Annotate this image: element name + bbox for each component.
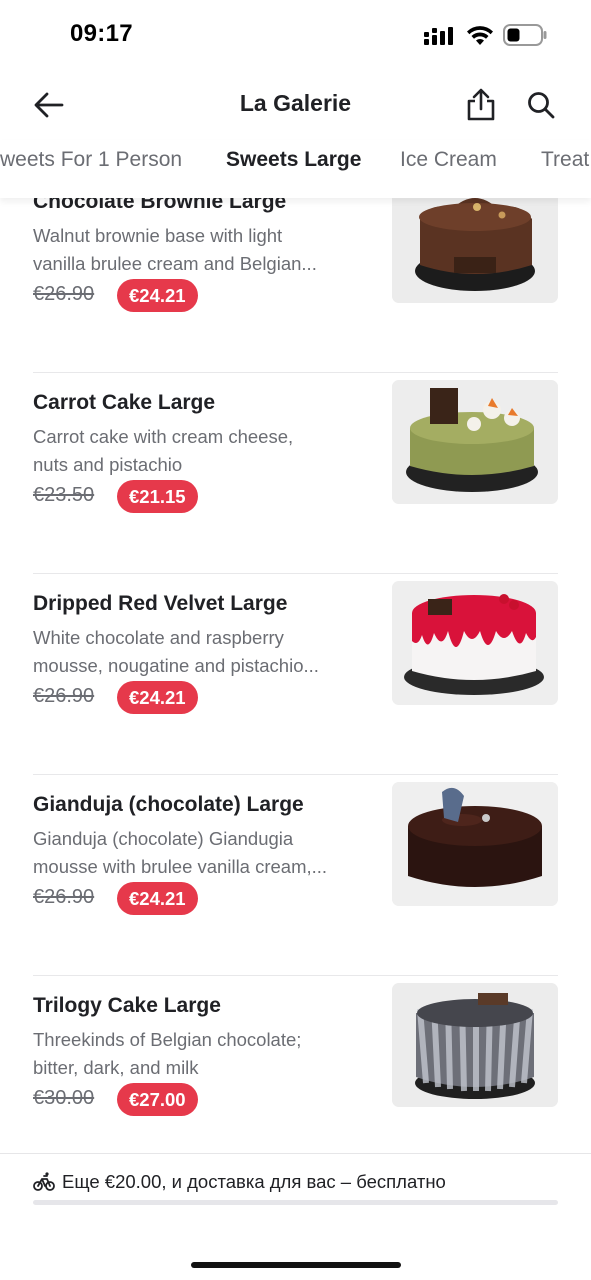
product-old-price: €26.90 bbox=[33, 283, 95, 305]
product-old-price: €23.50 bbox=[33, 484, 95, 506]
product-description: Threekinds of Belgian chocolate; bitter,… bbox=[33, 1026, 358, 1082]
tab-sweets-large[interactable]: Sweets Large bbox=[226, 148, 361, 172]
share-button[interactable] bbox=[461, 84, 501, 124]
product-description: Walnut brownie base with light vanilla b… bbox=[33, 222, 358, 278]
page-title: La Galerie bbox=[239, 90, 352, 116]
share-icon bbox=[467, 88, 495, 121]
product-image[interactable] bbox=[392, 581, 558, 705]
tab-treat[interactable]: Treat bbox=[541, 148, 589, 172]
product-discount-price: €27.00 bbox=[117, 1083, 198, 1116]
battery-icon bbox=[503, 24, 547, 46]
product-card[interactable]: Gianduja (chocolate) Large Gianduja (cho… bbox=[0, 775, 591, 976]
product-name: Gianduja (chocolate) Large bbox=[33, 793, 304, 816]
product-description: Gianduja (chocolate) Giandugia mousse wi… bbox=[33, 825, 358, 881]
tab-sweets-for-1-person[interactable]: Sweets For 1 Person bbox=[0, 148, 182, 172]
product-image[interactable] bbox=[392, 380, 558, 504]
search-button[interactable] bbox=[522, 86, 560, 124]
product-name: Carrot Cake Large bbox=[33, 391, 216, 414]
free-delivery-progress bbox=[33, 1200, 558, 1205]
product-description-line: Gianduja (chocolate) Giandugia bbox=[33, 828, 294, 849]
product-name: Trilogy Cake Large bbox=[33, 994, 221, 1017]
product-description-line: vanilla brulee cream and Belgian... bbox=[33, 253, 317, 274]
product-discount-price: €21.15 bbox=[117, 480, 198, 513]
product-description: Carrot cake with cream cheese, nuts and … bbox=[33, 423, 358, 479]
product-description-line: mousse with brulee vanilla cream,... bbox=[33, 856, 328, 877]
product-list: Chocolate Brownie Large Walnut brownie b… bbox=[0, 198, 591, 1153]
free-delivery-text: Еще €20.00, и доставка для вас – бесплат… bbox=[62, 1171, 446, 1192]
product-card[interactable]: Chocolate Brownie Large Walnut brownie b… bbox=[0, 198, 591, 373]
search-icon bbox=[528, 92, 555, 119]
wifi-icon bbox=[467, 26, 493, 45]
status-time: 09:17 bbox=[70, 20, 133, 47]
product-old-price: €26.90 bbox=[33, 685, 95, 707]
product-description-line: White chocolate and raspberry bbox=[33, 627, 284, 648]
product-image[interactable] bbox=[392, 983, 558, 1107]
product-description-line: Threekinds of Belgian chocolate; bbox=[33, 1029, 302, 1050]
home-indicator bbox=[191, 1262, 401, 1268]
product-name: Dripped Red Velvet Large bbox=[33, 592, 288, 615]
product-name: Chocolate Brownie Large bbox=[33, 198, 287, 213]
product-old-price: €26.90 bbox=[33, 886, 95, 908]
product-card[interactable]: Trilogy Cake Large Threekinds of Belgian… bbox=[0, 976, 591, 1153]
product-description: White chocolate and raspberry mousse, no… bbox=[33, 624, 358, 680]
product-description-line: Walnut brownie base with light bbox=[33, 225, 283, 246]
category-tabs: Sweets For 1 Person Sweets Large Ice Cre… bbox=[0, 140, 591, 198]
product-old-price: €30.00 bbox=[33, 1087, 95, 1109]
header: La Galerie bbox=[0, 70, 591, 140]
tab-ice-cream[interactable]: Ice Cream bbox=[400, 148, 497, 172]
product-description-line: nuts and pistachio bbox=[33, 454, 183, 475]
status-bar: 09:17 bbox=[0, 0, 591, 70]
product-discount-price: €24.21 bbox=[117, 882, 198, 915]
product-card[interactable]: Dripped Red Velvet Large White chocolate… bbox=[0, 574, 591, 775]
bicycle-icon bbox=[33, 1172, 55, 1191]
signal-icon bbox=[424, 27, 453, 45]
product-image[interactable] bbox=[392, 198, 558, 303]
free-delivery-bar: Еще €20.00, и доставка для вас – бесплат… bbox=[0, 1153, 591, 1213]
product-description-line: Carrot cake with cream cheese, bbox=[33, 426, 294, 447]
product-card[interactable]: Carrot Cake Large Carrot cake with cream… bbox=[0, 373, 591, 574]
product-description-line: bitter, dark, and milk bbox=[33, 1057, 199, 1078]
product-description-line: mousse, nougatine and pistachio... bbox=[33, 655, 319, 676]
product-image[interactable] bbox=[392, 782, 558, 906]
product-discount-price: €24.21 bbox=[117, 279, 198, 312]
product-discount-price: €24.21 bbox=[117, 681, 198, 714]
